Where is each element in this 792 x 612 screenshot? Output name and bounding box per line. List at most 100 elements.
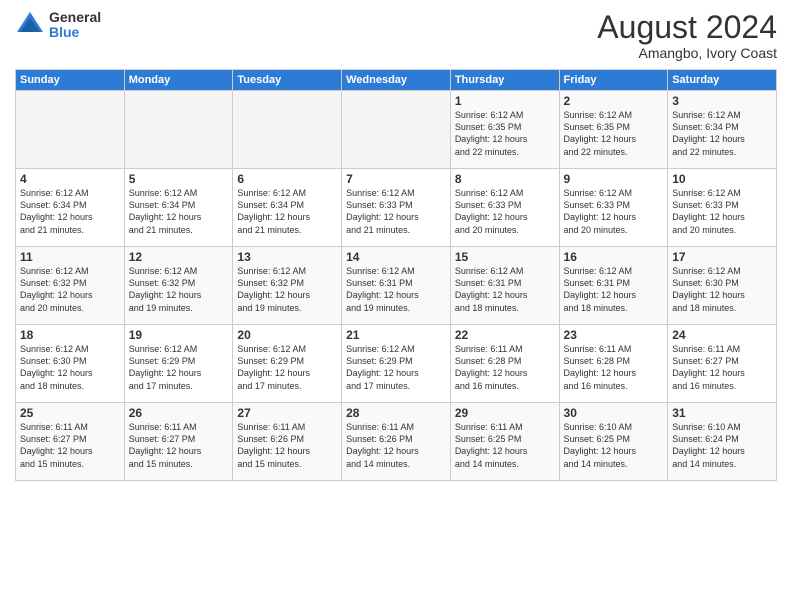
day-info: Sunrise: 6:12 AM Sunset: 6:33 PM Dayligh… <box>672 187 772 236</box>
logo: General Blue <box>15 10 101 41</box>
day-cell: 15Sunrise: 6:12 AM Sunset: 6:31 PM Dayli… <box>450 247 559 325</box>
day-cell: 24Sunrise: 6:11 AM Sunset: 6:27 PM Dayli… <box>668 325 777 403</box>
day-cell: 25Sunrise: 6:11 AM Sunset: 6:27 PM Dayli… <box>16 403 125 481</box>
week-row-1: 1Sunrise: 6:12 AM Sunset: 6:35 PM Daylig… <box>16 91 777 169</box>
day-cell: 11Sunrise: 6:12 AM Sunset: 6:32 PM Dayli… <box>16 247 125 325</box>
day-cell: 4Sunrise: 6:12 AM Sunset: 6:34 PM Daylig… <box>16 169 125 247</box>
day-number: 15 <box>455 250 555 264</box>
header-tuesday: Tuesday <box>233 70 342 91</box>
day-info: Sunrise: 6:12 AM Sunset: 6:32 PM Dayligh… <box>20 265 120 314</box>
day-number: 5 <box>129 172 229 186</box>
title-block: August 2024 Amangbo, Ivory Coast <box>597 10 777 61</box>
day-number: 10 <box>672 172 772 186</box>
day-cell: 22Sunrise: 6:11 AM Sunset: 6:28 PM Dayli… <box>450 325 559 403</box>
day-number: 7 <box>346 172 446 186</box>
day-cell: 19Sunrise: 6:12 AM Sunset: 6:29 PM Dayli… <box>124 325 233 403</box>
day-cell: 28Sunrise: 6:11 AM Sunset: 6:26 PM Dayli… <box>342 403 451 481</box>
day-cell: 14Sunrise: 6:12 AM Sunset: 6:31 PM Dayli… <box>342 247 451 325</box>
day-cell: 13Sunrise: 6:12 AM Sunset: 6:32 PM Dayli… <box>233 247 342 325</box>
header-friday: Friday <box>559 70 668 91</box>
day-info: Sunrise: 6:12 AM Sunset: 6:29 PM Dayligh… <box>129 343 229 392</box>
day-number: 29 <box>455 406 555 420</box>
day-number: 16 <box>564 250 664 264</box>
day-info: Sunrise: 6:12 AM Sunset: 6:31 PM Dayligh… <box>346 265 446 314</box>
day-number: 24 <box>672 328 772 342</box>
logo-text: General Blue <box>49 10 101 41</box>
day-number: 26 <box>129 406 229 420</box>
day-info: Sunrise: 6:11 AM Sunset: 6:27 PM Dayligh… <box>672 343 772 392</box>
day-cell: 9Sunrise: 6:12 AM Sunset: 6:33 PM Daylig… <box>559 169 668 247</box>
day-info: Sunrise: 6:12 AM Sunset: 6:30 PM Dayligh… <box>20 343 120 392</box>
subtitle: Amangbo, Ivory Coast <box>597 45 777 61</box>
day-cell: 16Sunrise: 6:12 AM Sunset: 6:31 PM Dayli… <box>559 247 668 325</box>
day-number: 13 <box>237 250 337 264</box>
day-number: 9 <box>564 172 664 186</box>
day-info: Sunrise: 6:12 AM Sunset: 6:35 PM Dayligh… <box>564 109 664 158</box>
day-cell: 17Sunrise: 6:12 AM Sunset: 6:30 PM Dayli… <box>668 247 777 325</box>
day-info: Sunrise: 6:12 AM Sunset: 6:33 PM Dayligh… <box>346 187 446 236</box>
header-saturday: Saturday <box>668 70 777 91</box>
day-info: Sunrise: 6:12 AM Sunset: 6:33 PM Dayligh… <box>564 187 664 236</box>
day-number: 20 <box>237 328 337 342</box>
day-info: Sunrise: 6:12 AM Sunset: 6:34 PM Dayligh… <box>237 187 337 236</box>
day-info: Sunrise: 6:12 AM Sunset: 6:29 PM Dayligh… <box>237 343 337 392</box>
day-number: 27 <box>237 406 337 420</box>
week-row-2: 4Sunrise: 6:12 AM Sunset: 6:34 PM Daylig… <box>16 169 777 247</box>
day-info: Sunrise: 6:10 AM Sunset: 6:25 PM Dayligh… <box>564 421 664 470</box>
day-info: Sunrise: 6:12 AM Sunset: 6:35 PM Dayligh… <box>455 109 555 158</box>
day-info: Sunrise: 6:12 AM Sunset: 6:34 PM Dayligh… <box>20 187 120 236</box>
day-cell: 12Sunrise: 6:12 AM Sunset: 6:32 PM Dayli… <box>124 247 233 325</box>
week-row-5: 25Sunrise: 6:11 AM Sunset: 6:27 PM Dayli… <box>16 403 777 481</box>
day-cell <box>124 91 233 169</box>
day-info: Sunrise: 6:11 AM Sunset: 6:27 PM Dayligh… <box>129 421 229 470</box>
day-number: 12 <box>129 250 229 264</box>
day-cell: 7Sunrise: 6:12 AM Sunset: 6:33 PM Daylig… <box>342 169 451 247</box>
day-number: 31 <box>672 406 772 420</box>
logo-general: General <box>49 10 101 25</box>
day-info: Sunrise: 6:12 AM Sunset: 6:30 PM Dayligh… <box>672 265 772 314</box>
day-info: Sunrise: 6:12 AM Sunset: 6:31 PM Dayligh… <box>564 265 664 314</box>
day-cell: 20Sunrise: 6:12 AM Sunset: 6:29 PM Dayli… <box>233 325 342 403</box>
day-info: Sunrise: 6:11 AM Sunset: 6:26 PM Dayligh… <box>237 421 337 470</box>
day-cell: 23Sunrise: 6:11 AM Sunset: 6:28 PM Dayli… <box>559 325 668 403</box>
header-row: SundayMondayTuesdayWednesdayThursdayFrid… <box>16 70 777 91</box>
day-info: Sunrise: 6:10 AM Sunset: 6:24 PM Dayligh… <box>672 421 772 470</box>
day-cell: 6Sunrise: 6:12 AM Sunset: 6:34 PM Daylig… <box>233 169 342 247</box>
day-info: Sunrise: 6:12 AM Sunset: 6:34 PM Dayligh… <box>672 109 772 158</box>
day-info: Sunrise: 6:11 AM Sunset: 6:26 PM Dayligh… <box>346 421 446 470</box>
day-cell: 30Sunrise: 6:10 AM Sunset: 6:25 PM Dayli… <box>559 403 668 481</box>
header-wednesday: Wednesday <box>342 70 451 91</box>
day-number: 1 <box>455 94 555 108</box>
day-info: Sunrise: 6:11 AM Sunset: 6:28 PM Dayligh… <box>455 343 555 392</box>
day-info: Sunrise: 6:12 AM Sunset: 6:34 PM Dayligh… <box>129 187 229 236</box>
day-cell: 8Sunrise: 6:12 AM Sunset: 6:33 PM Daylig… <box>450 169 559 247</box>
day-cell: 3Sunrise: 6:12 AM Sunset: 6:34 PM Daylig… <box>668 91 777 169</box>
day-cell: 18Sunrise: 6:12 AM Sunset: 6:30 PM Dayli… <box>16 325 125 403</box>
day-number: 30 <box>564 406 664 420</box>
day-number: 18 <box>20 328 120 342</box>
day-info: Sunrise: 6:11 AM Sunset: 6:27 PM Dayligh… <box>20 421 120 470</box>
week-row-4: 18Sunrise: 6:12 AM Sunset: 6:30 PM Dayli… <box>16 325 777 403</box>
header: General Blue August 2024 Amangbo, Ivory … <box>15 10 777 61</box>
day-number: 21 <box>346 328 446 342</box>
month-title: August 2024 <box>597 10 777 45</box>
day-cell: 31Sunrise: 6:10 AM Sunset: 6:24 PM Dayli… <box>668 403 777 481</box>
day-cell <box>16 91 125 169</box>
day-cell: 27Sunrise: 6:11 AM Sunset: 6:26 PM Dayli… <box>233 403 342 481</box>
day-info: Sunrise: 6:12 AM Sunset: 6:33 PM Dayligh… <box>455 187 555 236</box>
day-number: 14 <box>346 250 446 264</box>
day-cell: 26Sunrise: 6:11 AM Sunset: 6:27 PM Dayli… <box>124 403 233 481</box>
day-cell: 1Sunrise: 6:12 AM Sunset: 6:35 PM Daylig… <box>450 91 559 169</box>
header-thursday: Thursday <box>450 70 559 91</box>
calendar-body: 1Sunrise: 6:12 AM Sunset: 6:35 PM Daylig… <box>16 91 777 481</box>
day-info: Sunrise: 6:11 AM Sunset: 6:25 PM Dayligh… <box>455 421 555 470</box>
day-cell: 5Sunrise: 6:12 AM Sunset: 6:34 PM Daylig… <box>124 169 233 247</box>
day-number: 22 <box>455 328 555 342</box>
day-number: 28 <box>346 406 446 420</box>
calendar: SundayMondayTuesdayWednesdayThursdayFrid… <box>15 69 777 481</box>
day-cell: 2Sunrise: 6:12 AM Sunset: 6:35 PM Daylig… <box>559 91 668 169</box>
day-number: 19 <box>129 328 229 342</box>
day-number: 17 <box>672 250 772 264</box>
day-number: 8 <box>455 172 555 186</box>
day-info: Sunrise: 6:12 AM Sunset: 6:31 PM Dayligh… <box>455 265 555 314</box>
